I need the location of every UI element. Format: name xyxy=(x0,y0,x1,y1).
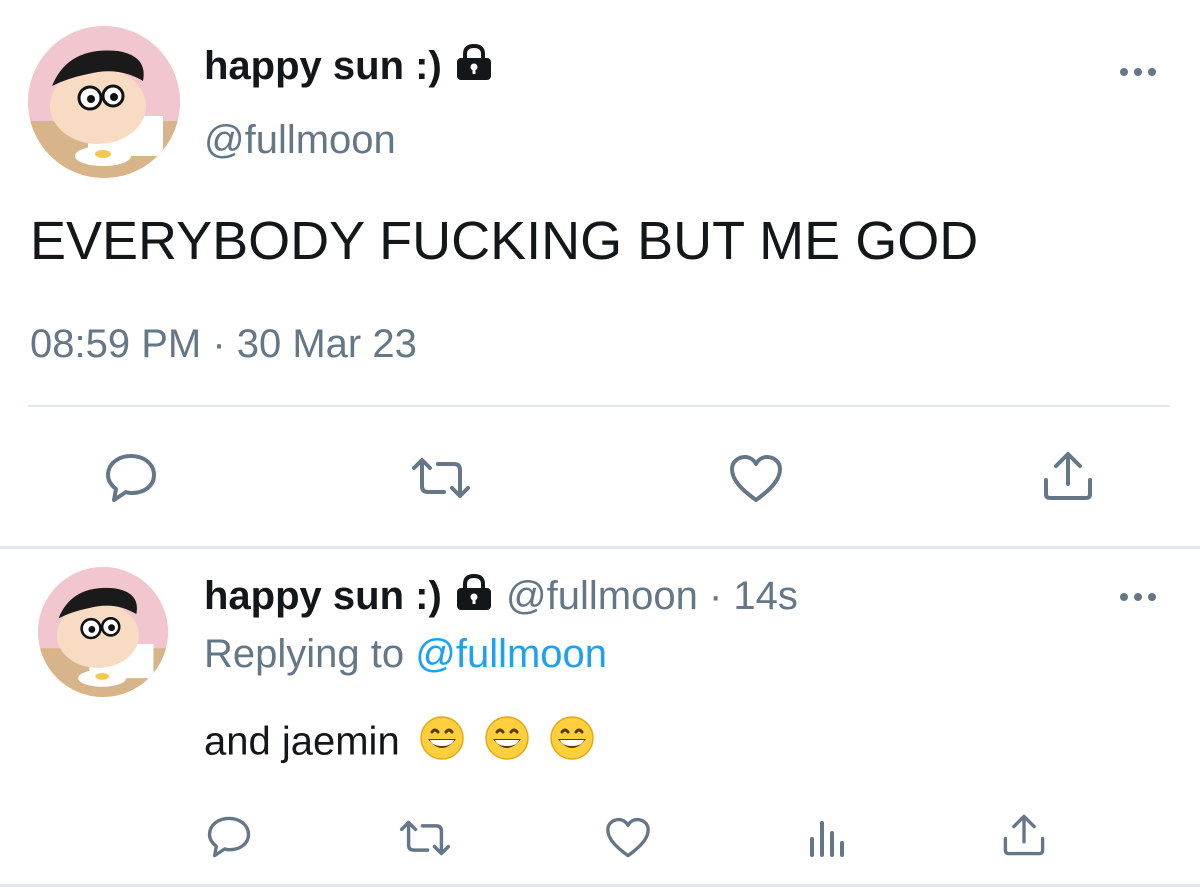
tweet-timestamp[interactable]: 08:59 PM · 30 Mar 23 xyxy=(30,318,417,370)
author-row: happy sun :) xyxy=(204,40,495,94)
reply-icon[interactable] xyxy=(206,815,252,859)
replying-label: Replying to xyxy=(204,632,405,676)
more-options-icon[interactable] xyxy=(1118,62,1158,82)
lock-icon xyxy=(453,42,495,94)
display-name[interactable]: happy sun :) xyxy=(204,44,442,88)
analytics-icon[interactable] xyxy=(804,815,850,859)
author-handle[interactable]: @fullmoon xyxy=(204,114,396,166)
retweet-icon[interactable] xyxy=(410,456,472,500)
lock-icon xyxy=(453,573,495,623)
reply-tweet[interactable]: happy sun :) @fullmoon · 14s Replying to… xyxy=(0,549,1200,887)
like-icon[interactable] xyxy=(604,817,652,859)
retweet-icon[interactable] xyxy=(398,819,452,857)
replying-to: Replying to @fullmoon xyxy=(204,629,607,679)
grinning-face-emoji xyxy=(549,715,595,773)
tweet-age[interactable]: 14s xyxy=(733,574,798,618)
reply-icon[interactable] xyxy=(104,452,158,504)
share-icon[interactable] xyxy=(1042,450,1094,502)
avatar-image xyxy=(38,567,168,697)
like-icon[interactable] xyxy=(728,454,784,504)
divider xyxy=(28,405,1170,407)
more-options-icon[interactable] xyxy=(1118,587,1158,607)
avatar[interactable] xyxy=(28,26,180,178)
share-icon[interactable] xyxy=(1002,813,1046,857)
tweet-text: and jaemin xyxy=(204,719,400,764)
reply-header: happy sun :) @fullmoon · 14s xyxy=(204,571,798,623)
author-handle[interactable]: @fullmoon xyxy=(506,574,698,618)
grinning-face-emoji xyxy=(484,715,530,773)
avatar-image xyxy=(28,26,180,178)
avatar[interactable] xyxy=(38,567,168,697)
main-tweet: happy sun :) @fullmoon EVERYBODY FUCKING… xyxy=(0,0,1200,548)
replying-handle-link[interactable]: @fullmoon xyxy=(415,632,607,676)
tweet-text: EVERYBODY FUCKING BUT ME GOD xyxy=(30,211,979,271)
display-name[interactable]: happy sun :) xyxy=(204,574,442,618)
reply-text-row: and jaemin xyxy=(204,715,595,773)
grinning-face-emoji xyxy=(419,715,465,773)
separator-dot: · xyxy=(708,574,723,618)
